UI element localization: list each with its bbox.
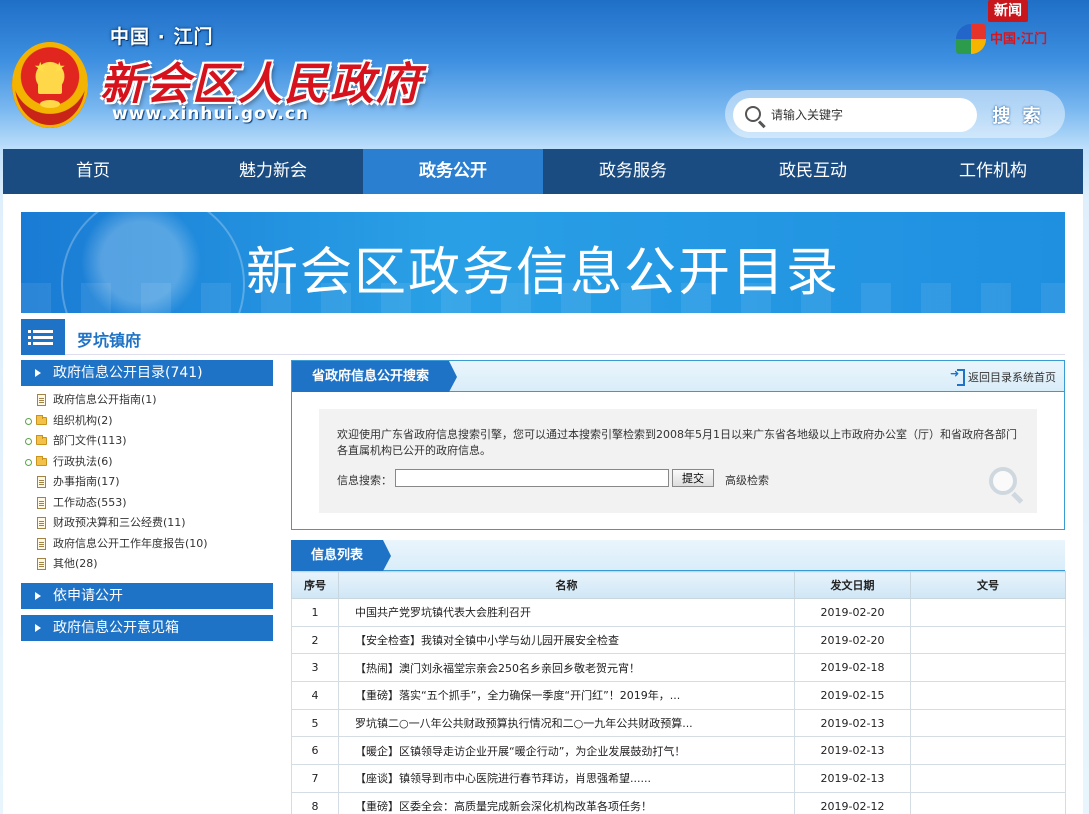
table-row: 2 【安全检查】我镇对全镇中小学与幼儿园开展安全检查 2019-02-20 [291, 625, 1066, 655]
tree-item-guide[interactable]: 政府信息公开指南(1) [21, 390, 273, 411]
content-panel: 新会区政务信息公开目录 罗坑镇府 政府信息公开目录(741) 政府信息公开指南(… [3, 194, 1083, 814]
tree-item-law-enforcement[interactable]: 行政执法(6) [21, 452, 273, 473]
catalog-tree: 政府信息公开指南(1) 组织机构(2) 部门文件(113) 行政执法(6) 办事… [21, 390, 273, 575]
tree-item-work-news[interactable]: 工作动态(553) [21, 493, 273, 514]
folder-icon [36, 455, 47, 466]
list-icon [21, 319, 65, 355]
search-panel: 欢迎使用广东省政府信息搜索引擎，您可以通过本搜索引擎检索到2008年5月1日以来… [319, 409, 1037, 513]
tree-item-other[interactable]: 其他(28) [21, 554, 273, 575]
banner-title: 新会区政务信息公开目录 [245, 243, 840, 303]
table-row: 4 【重磅】落实“五个抓手”，全力确保一季度“开门红”！2019年，... 20… [291, 681, 1066, 710]
nav-charm-xinhui[interactable]: 魅力新会 [183, 149, 363, 194]
brand-seal: 新闻 [988, 0, 1028, 22]
col-doc-number: 文号 [910, 571, 1066, 599]
magnifier-icon [989, 467, 1017, 495]
document-icon [37, 558, 46, 570]
site-url: www.xinhui.gov.cn [112, 104, 310, 124]
sidebar-catalog-head[interactable]: 政府信息公开目录(741) [21, 360, 273, 386]
brand-figure-icon [956, 24, 986, 54]
table-row: 8 【重磅】区委全会：高质量完成新会深化机构改革各项任务！ 2019-02-12 [291, 791, 1066, 814]
search-icon [745, 106, 761, 122]
document-icon [37, 517, 46, 529]
row-title-link[interactable]: 【重磅】区委全会：高质量完成新会深化机构改革各项任务！ [338, 791, 795, 814]
info-list-box: 信息列表 序号 名称 发文日期 文号 1 中国共产党罗坑镇代表大会胜利召开 20… [291, 540, 1066, 814]
folder-icon [36, 414, 47, 425]
row-title-link[interactable]: 中国共产党罗坑镇代表大会胜利召开 [338, 598, 795, 627]
national-emblem-icon: ★ ★ [12, 42, 88, 128]
site-subtitle: 中国 · 江门 [110, 26, 214, 48]
search-intro: 欢迎使用广东省政府信息搜索引擎，您可以通过本搜索引擎检索到2008年5月1日以来… [337, 428, 1017, 457]
table-row: 7 【座谈】镇领导到市中心医院进行春节拜访，肖思强希望...... 2019-0… [291, 764, 1066, 793]
exit-icon [950, 367, 965, 386]
document-icon [37, 496, 46, 509]
main-area: 省政府信息公开搜索 返回目录系统首页 欢迎使用广东省政府信息搜索引擎，您可以通过… [291, 360, 1066, 814]
row-title-link[interactable]: 【座谈】镇领导到市中心医院进行春节拜访，肖思强希望...... [338, 764, 795, 793]
nav-gov-services[interactable]: 政务服务 [543, 149, 723, 194]
main-nav: 首页 魅力新会 政务公开 政务服务 政民互动 工作机构 [3, 149, 1083, 194]
document-icon [37, 394, 46, 406]
table-row: 1 中国共产党罗坑镇代表大会胜利召开 2019-02-20 [291, 598, 1066, 627]
table-row: 6 【暖企】区镇领导走访企业开展“暖企行动”，为企业发展鼓劲打气！ 2019-0… [291, 736, 1066, 766]
table-header-row: 序号 名称 发文日期 文号 [291, 571, 1066, 599]
org-name: 罗坑镇府 [77, 331, 142, 350]
table-row: 3 【热闹】澳门刘永福堂宗亲会250名乡亲回乡敬老贺元宵！ 2019-02-18 [291, 653, 1066, 683]
table-row: 5 罗坑镇二○一八年公共财政预算执行情况和二○一九年公共财政预算... 2019… [291, 708, 1066, 738]
site-header: ★ ★ 中国 · 江门 新会区人民政府 www.xinhui.gov.cn 新闻… [0, 0, 1089, 148]
col-date: 发文日期 [794, 571, 911, 599]
col-title: 名称 [338, 571, 795, 599]
tree-item-organization[interactable]: 组织机构(2) [21, 411, 273, 432]
expand-icon[interactable] [25, 438, 32, 445]
site-search-bar: 搜 索 [725, 90, 1065, 138]
tree-item-budget[interactable]: 财政预决算和三公经费(11) [21, 513, 273, 534]
catalog-banner: 新会区政务信息公开目录 [21, 212, 1065, 313]
document-icon [37, 537, 46, 550]
nav-public-interaction[interactable]: 政民互动 [723, 149, 903, 194]
info-search-label: 信息搜索： [337, 474, 392, 487]
col-no: 序号 [291, 571, 339, 599]
row-title-link[interactable]: 【安全检查】我镇对全镇中小学与幼儿园开展安全检查 [338, 625, 795, 655]
row-title-link[interactable]: 罗坑镇二○一八年公共财政预算执行情况和二○一九年公共财政预算... [338, 708, 795, 738]
left-sidebar: 政府信息公开目录(741) 政府信息公开指南(1) 组织机构(2) 部门文件(1… [21, 360, 273, 645]
back-to-catalog-link[interactable]: 返回目录系统首页 [950, 367, 1056, 386]
sidebar-apply-head[interactable]: 依申请公开 [21, 582, 273, 609]
info-list-table: 序号 名称 发文日期 文号 1 中国共产党罗坑镇代表大会胜利召开 2019-02… [291, 571, 1066, 814]
tree-item-dept-files[interactable]: 部门文件(113) [21, 431, 273, 452]
advanced-search-link[interactable]: 高级检索 [725, 472, 769, 488]
expand-icon[interactable] [25, 417, 32, 425]
org-header: 罗坑镇府 [21, 319, 1065, 355]
site-search-input[interactable] [771, 104, 971, 126]
document-icon [37, 476, 46, 488]
province-search-box: 省政府信息公开搜索 返回目录系统首页 欢迎使用广东省政府信息搜索引擎，您可以通过… [291, 360, 1065, 530]
row-title-link[interactable]: 【暖企】区镇领导走访企业开展“暖企行动”，为企业发展鼓劲打气！ [338, 736, 795, 766]
tree-item-annual-report[interactable]: 政府信息公开工作年度报告(10) [21, 534, 273, 555]
sidebar-feedback-head[interactable]: 政府信息公开意见箱 [21, 614, 273, 641]
info-search-input[interactable] [395, 469, 669, 487]
submit-button[interactable]: 提交 [672, 469, 714, 487]
folder-icon [36, 435, 47, 445]
nav-home[interactable]: 首页 [3, 149, 183, 194]
nav-gov-affairs-open[interactable]: 政务公开 [363, 149, 543, 194]
tab-province-search[interactable]: 省政府信息公开搜索 [292, 361, 458, 392]
expand-icon[interactable] [25, 458, 32, 466]
brand-text: 中国·江门 [990, 32, 1047, 47]
jiangmen-brand-logo[interactable]: 新闻 中国·江门 [954, 0, 1064, 56]
nav-agencies[interactable]: 工作机构 [903, 149, 1083, 194]
tab-info-list[interactable]: 信息列表 [291, 540, 392, 571]
row-title-link[interactable]: 【重磅】落实“五个抓手”，全力确保一季度“开门红”！2019年，... [338, 681, 795, 710]
site-title[interactable]: 新会区人民政府 [100, 48, 422, 112]
row-title-link[interactable]: 【热闹】澳门刘永福堂宗亲会250名乡亲回乡敬老贺元宵！ [338, 653, 795, 683]
tree-item-service-guide[interactable]: 办事指南(17) [21, 472, 273, 493]
site-search-button[interactable]: 搜 索 [979, 98, 1057, 132]
